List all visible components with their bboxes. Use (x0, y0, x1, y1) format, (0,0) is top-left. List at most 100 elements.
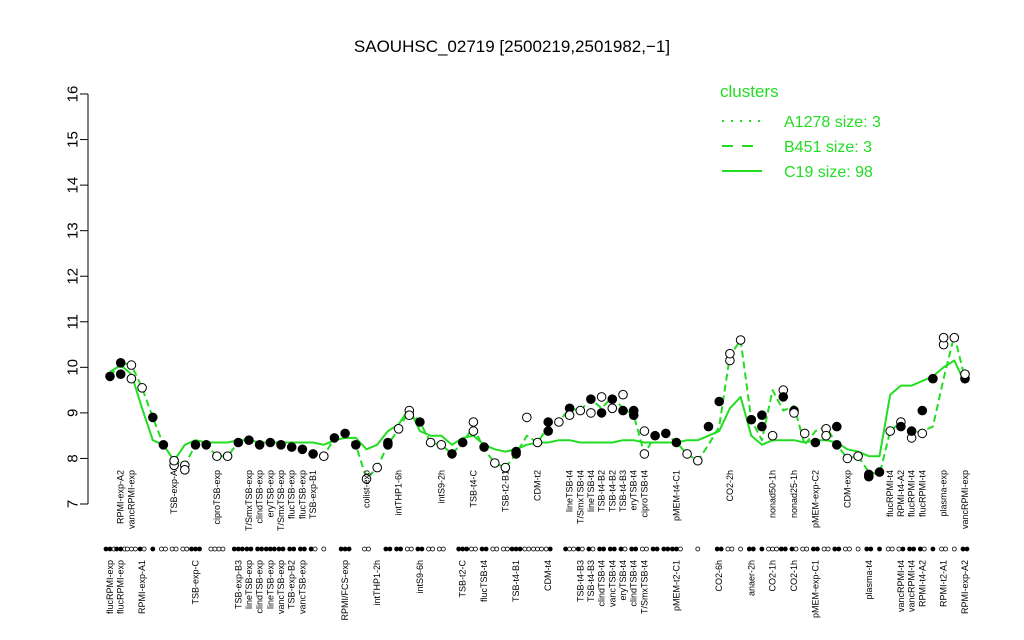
sample-dot (479, 546, 485, 552)
sample-dot (263, 546, 269, 552)
y-tick-label: 12 (64, 268, 81, 285)
sample-dot (346, 546, 352, 552)
sample-label: T/SmxTSB-t4 (639, 560, 649, 614)
sample-label: clindTSB-t4 (597, 560, 607, 607)
sample-dot (759, 546, 765, 552)
data-point (853, 451, 863, 462)
sample-dot (408, 546, 414, 552)
sample-label: flucRPMI-t4 (885, 470, 895, 517)
data-point (190, 440, 201, 450)
data-point (543, 426, 554, 436)
sample-dot (513, 546, 519, 552)
sample-dot (644, 546, 649, 552)
sample-dot (575, 546, 581, 552)
sample-label: intTHP1-2h (372, 560, 382, 606)
sample-dot (766, 546, 771, 552)
sample-dot (415, 546, 421, 552)
sample-dot (750, 546, 756, 552)
sample-dot (629, 546, 635, 552)
sample-dot (342, 546, 348, 552)
data-point (661, 428, 671, 439)
legend-entry-c19: C19 size: 98 (784, 164, 873, 181)
data-point (254, 440, 265, 450)
sample-label: flucTSB-exp (287, 470, 297, 519)
sample-labels-bottom: flucRPMI-exp flucRPMI-exp RPMI-exp-A1 TSB-e… (105, 560, 970, 621)
sample-dot (472, 546, 478, 552)
sample-dot (774, 546, 779, 552)
data-point (436, 440, 447, 450)
sample-dot (312, 546, 318, 552)
sample-label: CDM-t4 (543, 560, 553, 591)
sample-dot (900, 546, 906, 552)
sample-label: intTHP1-6h (394, 470, 404, 516)
data-point (479, 442, 489, 452)
sample-label: vancTSB-exp (276, 560, 286, 614)
sample-dot (193, 546, 198, 552)
sample-dot (665, 546, 671, 552)
data-point (468, 426, 479, 436)
data-point (874, 467, 885, 477)
sample-dot (789, 546, 795, 552)
sample-dot (464, 546, 470, 552)
sample-dot (618, 546, 624, 552)
sample-dot (921, 546, 927, 552)
sample-dot (725, 546, 731, 552)
sample-label: intS9-2h (436, 470, 446, 504)
sample-label: pMEM-t2-C1 (671, 560, 681, 611)
sample-dot (212, 546, 218, 552)
sample-dot (137, 546, 143, 552)
y-tick-label: 16 (64, 86, 81, 103)
data-point (329, 433, 340, 443)
sample-label: TSB-t4-B2 (597, 470, 607, 512)
data-point (618, 405, 628, 416)
legend: clusters A1278 size: 3 B451 size: 3 C19 … (720, 82, 881, 181)
data-point (917, 405, 928, 416)
data-point (222, 451, 233, 462)
sample-label: vancTSB-exp (297, 560, 307, 614)
sample-dot (911, 546, 916, 552)
y-tick-label: 9 (64, 409, 81, 417)
data-point (148, 412, 158, 423)
sample-dot (695, 546, 701, 552)
sample-label: vancRPMI-exp (960, 470, 970, 529)
y-tick-label: 7 (64, 500, 81, 508)
sample-dot (184, 546, 190, 552)
sample-dot (633, 546, 639, 552)
sample-labels-top: RPMI-exp-A2 vancRPMI-exp TSB-exp-A ciproTSB… (116, 470, 970, 532)
sample-dot (301, 546, 307, 552)
sample-dot (678, 546, 683, 552)
data-point (340, 428, 350, 439)
data-point (938, 332, 949, 343)
sample-label: anaer-2h (746, 560, 756, 596)
sample-dot (239, 546, 245, 552)
sample-label: pMEM-exp-C2 (810, 470, 820, 528)
sample-dot (404, 546, 410, 552)
sample-dot (125, 546, 130, 552)
data-point (693, 455, 703, 466)
sample-dot (107, 546, 113, 552)
sample-dot (782, 546, 788, 552)
sample-dot (162, 546, 168, 552)
sample-dot (366, 546, 371, 552)
sample-label: CO2-6h (714, 560, 724, 592)
sample-dot (522, 546, 528, 552)
data-point (158, 440, 169, 450)
data-point (276, 440, 286, 450)
sample-dot (531, 546, 536, 552)
data-point (821, 430, 831, 441)
sample-label: flucRPMI-t4 (907, 470, 917, 517)
data-point (596, 392, 607, 402)
sample-dot (877, 546, 882, 552)
sample-label: TSB-exp-B2 (287, 560, 297, 609)
data-point (607, 403, 618, 414)
sample-dot (267, 546, 273, 552)
data-point (404, 410, 415, 421)
data-point (896, 421, 906, 432)
sample-dot (483, 546, 489, 552)
sample-label: flucTSB-exp (297, 470, 307, 519)
sample-dot (456, 546, 462, 552)
sample-dot (308, 546, 314, 552)
sample-dot (430, 546, 436, 552)
sample-dot (654, 546, 660, 552)
sample-dot (271, 546, 277, 552)
